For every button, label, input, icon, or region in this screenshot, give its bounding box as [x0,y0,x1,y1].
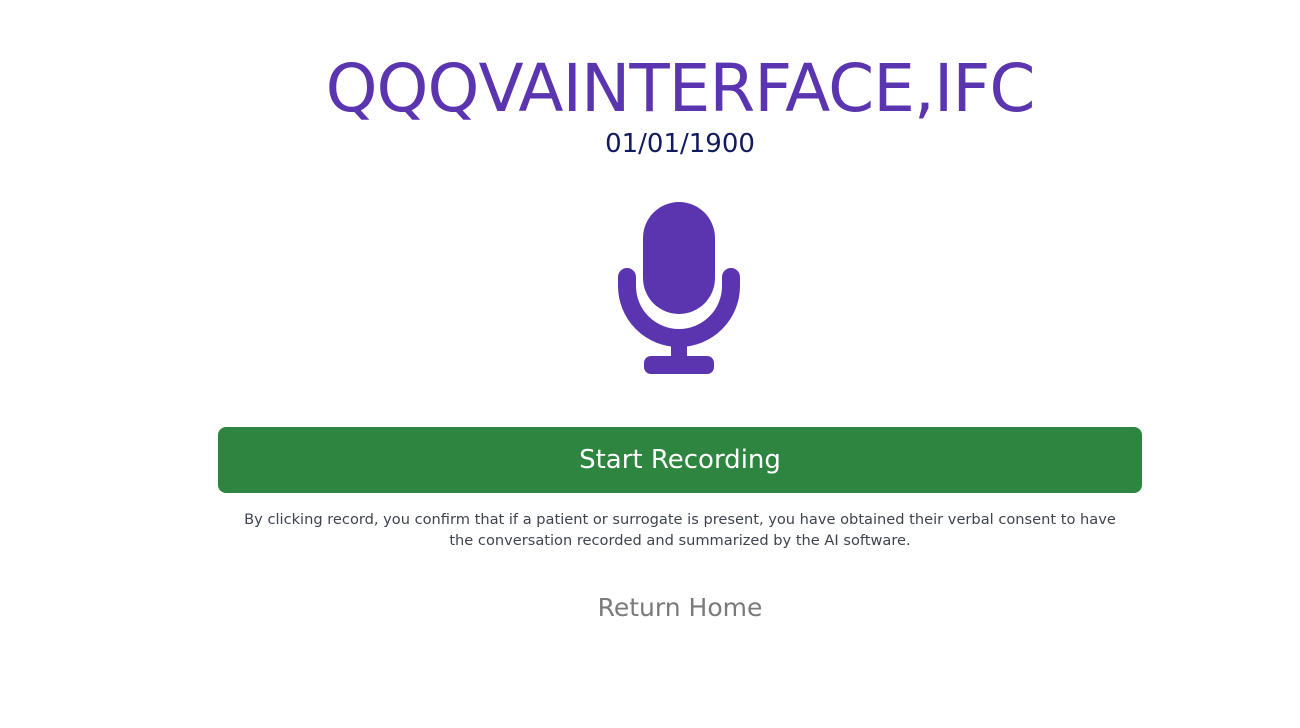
microphone-icon [617,200,741,378]
visit-date: 01/01/1900 [605,129,755,159]
return-home-link[interactable]: Return Home [0,590,1300,626]
patient-name: QQQVAINTERFACE,IFC [325,50,1036,127]
consent-notice: By clicking record, you confirm that if … [244,511,1116,549]
start-recording-button[interactable]: Start Recording [218,427,1142,493]
recording-page: QQQVAINTERFACE,IFC 01/01/1900 Start Reco… [0,0,1300,728]
